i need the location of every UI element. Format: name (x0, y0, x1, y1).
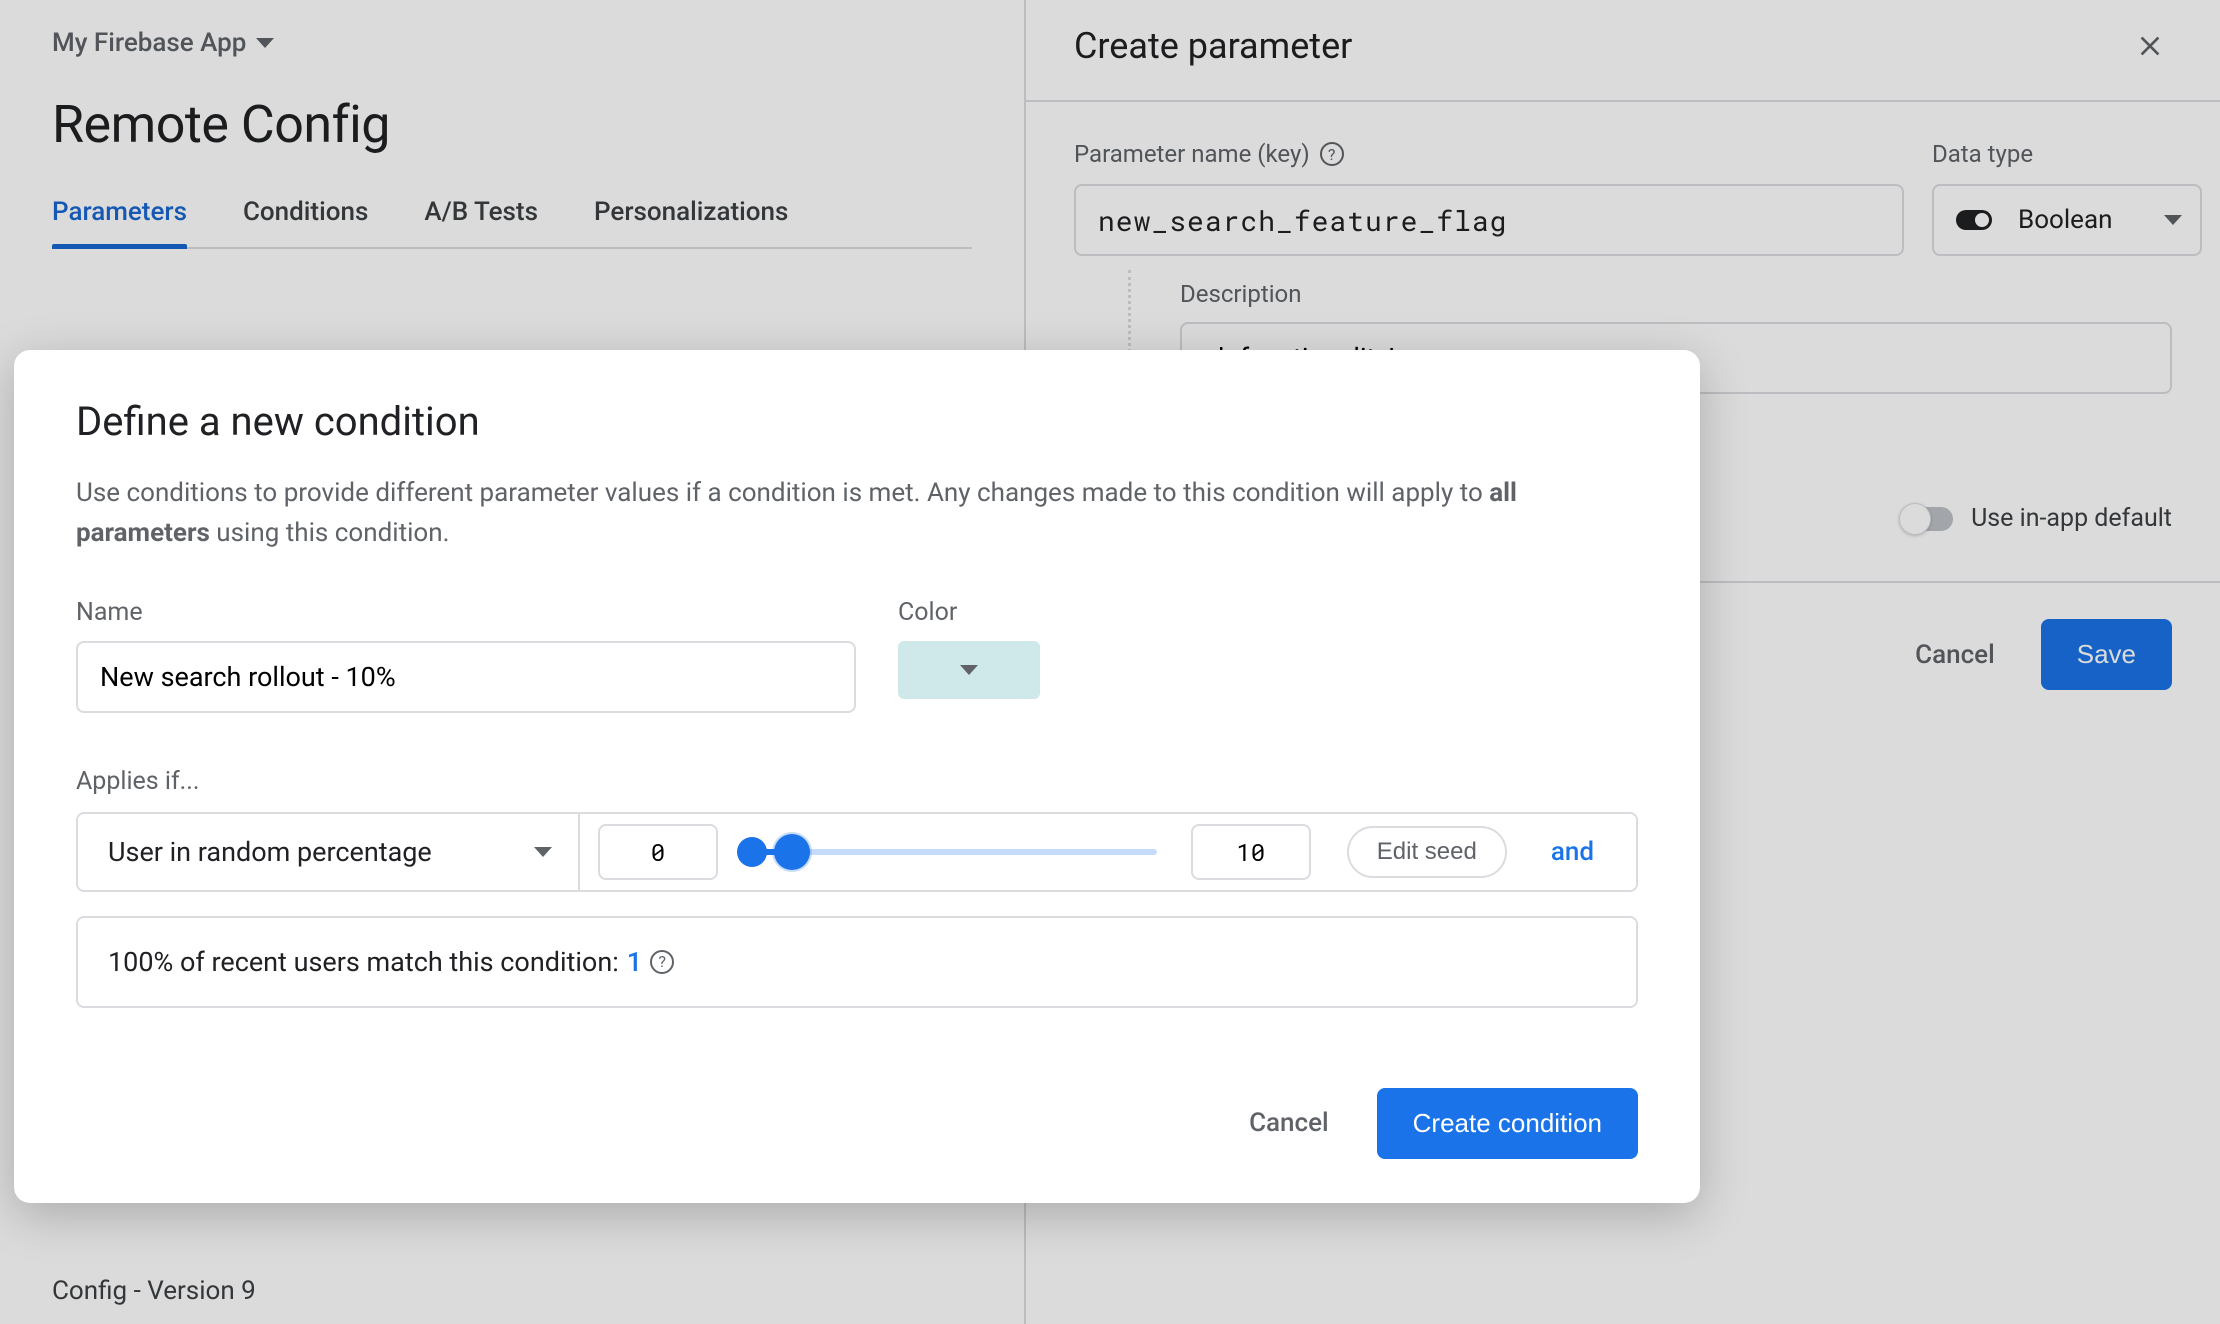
match-text: 100% of recent users match this conditio… (108, 946, 619, 978)
caret-down-icon (534, 847, 552, 857)
modal-subtext-suffix: using this condition. (210, 518, 450, 548)
match-count: 1 (627, 946, 642, 978)
create-condition-button[interactable]: Create condition (1377, 1088, 1638, 1159)
percentage-slider[interactable] (752, 849, 1157, 855)
caret-down-icon (960, 665, 978, 675)
modal-cancel-button[interactable]: Cancel (1239, 1092, 1339, 1154)
match-summary: 100% of recent users match this conditio… (76, 916, 1638, 1008)
condition-name-label: Name (76, 598, 856, 627)
condition-name-input[interactable] (76, 641, 856, 713)
condition-rule-row: User in random percentage Edit seed and (76, 812, 1638, 892)
define-condition-modal: Define a new condition Use conditions to… (14, 350, 1700, 1203)
edit-seed-button[interactable]: Edit seed (1347, 826, 1507, 878)
modal-title: Define a new condition (76, 398, 1638, 445)
slider-thumb-low[interactable] (737, 837, 767, 867)
range-high-input[interactable] (1191, 824, 1311, 880)
rule-type-value: User in random percentage (108, 836, 432, 868)
slider-thumb-high[interactable] (774, 834, 810, 870)
modal-subtext: Use conditions to provide different para… (76, 473, 1596, 554)
help-icon[interactable]: ? (650, 950, 674, 974)
condition-color-label: Color (898, 598, 1040, 627)
condition-color-select[interactable] (898, 641, 1040, 699)
modal-backdrop: Define a new condition Use conditions to… (0, 0, 2220, 1324)
modal-subtext-prefix: Use conditions to provide different para… (76, 478, 1489, 508)
range-low-input[interactable] (598, 824, 718, 880)
rule-type-select[interactable]: User in random percentage (78, 814, 580, 890)
applies-if-label: Applies if... (76, 767, 1638, 796)
add-and-condition-link[interactable]: and (1551, 837, 1594, 867)
